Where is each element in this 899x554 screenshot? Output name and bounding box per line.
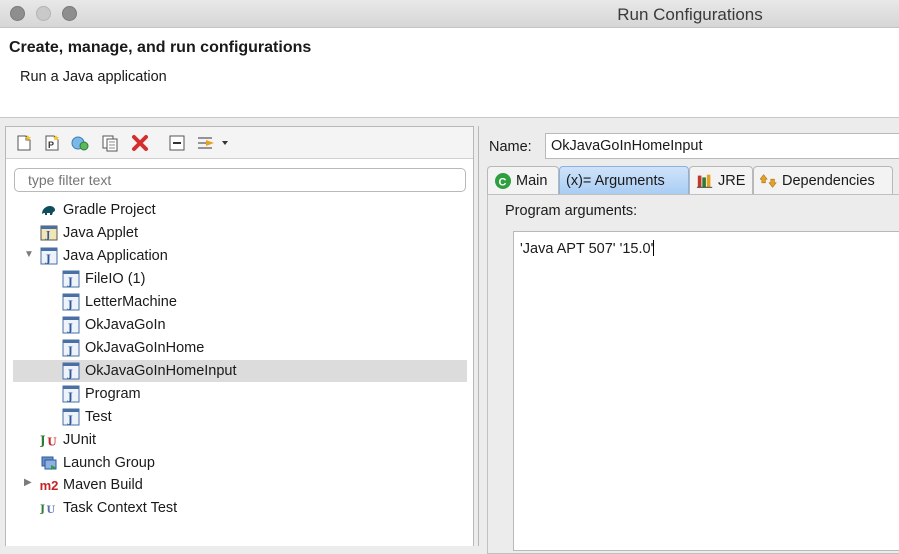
tab-label: Dependencies [782, 172, 875, 189]
svg-text:P: P [48, 140, 54, 150]
name-label: Name: [489, 139, 532, 155]
config-tabs: C Main (x)= Arguments JRE Dependencies [487, 166, 899, 194]
tree-item-label: Launch Group [63, 455, 155, 471]
text-caret [653, 240, 655, 256]
tab-label: (x)= Arguments [566, 172, 665, 189]
svg-text:J: J [67, 300, 73, 311]
jre-icon [696, 172, 714, 190]
dialog-header: Create, manage, and run configurations R… [0, 28, 899, 118]
tree-item-label: Java Application [63, 248, 168, 264]
tree-item-label: OkJavaGoInHomeInput [85, 363, 237, 379]
tab-jre[interactable]: JRE [689, 166, 753, 194]
export-icon[interactable] [70, 133, 90, 153]
config-name-input[interactable]: OkJavaGoInHomeInput [545, 133, 899, 159]
delete-icon[interactable] [130, 133, 150, 153]
duplicate-icon[interactable] [100, 133, 120, 153]
program-arguments-value: 'Java APT 507' '15.0' [520, 241, 654, 257]
svg-text:J: J [40, 502, 45, 515]
java-class-icon: J [62, 408, 80, 426]
tree-item-test[interactable]: J Test [62, 406, 112, 428]
svg-text:J: J [67, 415, 73, 426]
window-title: Run Configurations [617, 5, 763, 24]
svg-text:J: J [45, 231, 50, 241]
tree-item-okjavagoin[interactable]: J OkJavaGoIn [62, 314, 166, 336]
tree-item-junit[interactable]: JU JUnit [40, 429, 96, 451]
java-class-icon: J [62, 316, 80, 334]
new-prototype-icon[interactable]: P [42, 133, 62, 153]
java-class-icon: J [62, 270, 80, 288]
tree-item-okjavagoinhomeinput[interactable]: J OkJavaGoInHomeInput [13, 360, 467, 382]
program-arguments-label: Program arguments: [505, 203, 638, 219]
tree-item-label: LetterMachine [85, 294, 177, 310]
svg-text:J: J [67, 392, 73, 403]
svg-text:U: U [47, 505, 56, 516]
tree-item-maven-build[interactable]: m2 Maven Build [40, 474, 143, 496]
close-window-button[interactable] [10, 6, 25, 21]
program-arguments-textarea[interactable]: 'Java APT 507' '15.0' [513, 231, 899, 551]
tab-arguments[interactable]: (x)= Arguments [559, 166, 689, 194]
configurations-toolbar: P [6, 127, 473, 159]
svg-text:J: J [67, 346, 73, 357]
task-context-icon: JU [40, 499, 58, 517]
tree-item-program[interactable]: J Program [62, 383, 141, 405]
tab-main[interactable]: C Main [487, 166, 559, 194]
tree-item-gradle-project[interactable]: Gradle Project [40, 199, 156, 221]
tab-label: JRE [718, 172, 746, 189]
tree-item-task-context-test[interactable]: JU Task Context Test [40, 497, 177, 519]
java-class-icon: J [62, 385, 80, 403]
junit-icon: JU [40, 431, 58, 449]
tab-dependencies[interactable]: Dependencies [753, 166, 893, 194]
tree-item-label: FileIO (1) [85, 271, 146, 287]
title-bar: Run Configurations [0, 0, 899, 28]
tree-item-label: JUnit [63, 432, 97, 448]
filter-icon[interactable] [196, 133, 232, 153]
tree-item-label: Java Applet [63, 225, 138, 241]
tab-label: Main [516, 172, 548, 189]
svg-text:J: J [45, 254, 51, 265]
zoom-window-button[interactable] [62, 6, 77, 21]
tree-item-label: Task Context Test [63, 500, 178, 516]
svg-text:J: J [40, 434, 46, 448]
tree-item-launch-group[interactable]: Launch Group [40, 452, 155, 474]
maven-icon: m2 [39, 477, 59, 493]
tree-item-java-applet[interactable]: J Java Applet [40, 222, 138, 244]
tree-item-label: Program [85, 386, 141, 402]
minimize-window-button[interactable] [36, 6, 51, 21]
main-tab-icon: C [494, 172, 512, 190]
tree-item-label: OkJavaGoIn [85, 317, 166, 333]
svg-text:J: J [67, 277, 73, 288]
configurations-pane: P Gradle Project J Java Applet ▼ [5, 126, 474, 546]
tree-item-lettermachine[interactable]: J LetterMachine [62, 291, 177, 313]
dialog-subtitle: Run a Java application [20, 69, 167, 85]
svg-text:U: U [47, 435, 57, 448]
tree-item-label: Gradle Project [63, 202, 156, 218]
chevron-down-icon[interactable]: ▼ [24, 249, 34, 260]
svg-text:J: J [67, 323, 73, 334]
tree-item-label: Maven Build [63, 477, 143, 493]
collapse-all-icon[interactable] [167, 133, 187, 153]
dialog-title: Create, manage, and run configurations [9, 39, 312, 56]
launch-group-icon [40, 454, 58, 472]
tree-item-label: OkJavaGoInHome [85, 340, 205, 356]
tree-item-java-application[interactable]: J Java Application [40, 245, 168, 267]
svg-text:C: C [499, 176, 507, 188]
java-class-icon: J [62, 339, 80, 357]
dependencies-icon [760, 172, 778, 190]
gradle-icon [40, 201, 58, 219]
chevron-right-icon[interactable]: ▶ [24, 477, 34, 488]
java-app-icon: J [40, 247, 58, 265]
config-editor: Name: OkJavaGoInHomeInput C Main (x)= Ar… [478, 126, 899, 554]
tree-item-okjavagoinhome[interactable]: J OkJavaGoInHome [62, 337, 204, 359]
tree-item-fileio[interactable]: J FileIO (1) [62, 268, 145, 290]
java-class-icon: J [62, 293, 80, 311]
tree-item-label: Test [85, 409, 112, 425]
java-class-icon: J [62, 362, 80, 380]
new-config-icon[interactable] [14, 133, 34, 153]
filter-input[interactable] [14, 168, 466, 192]
applet-icon: J [40, 224, 58, 242]
svg-text:J: J [67, 369, 73, 380]
